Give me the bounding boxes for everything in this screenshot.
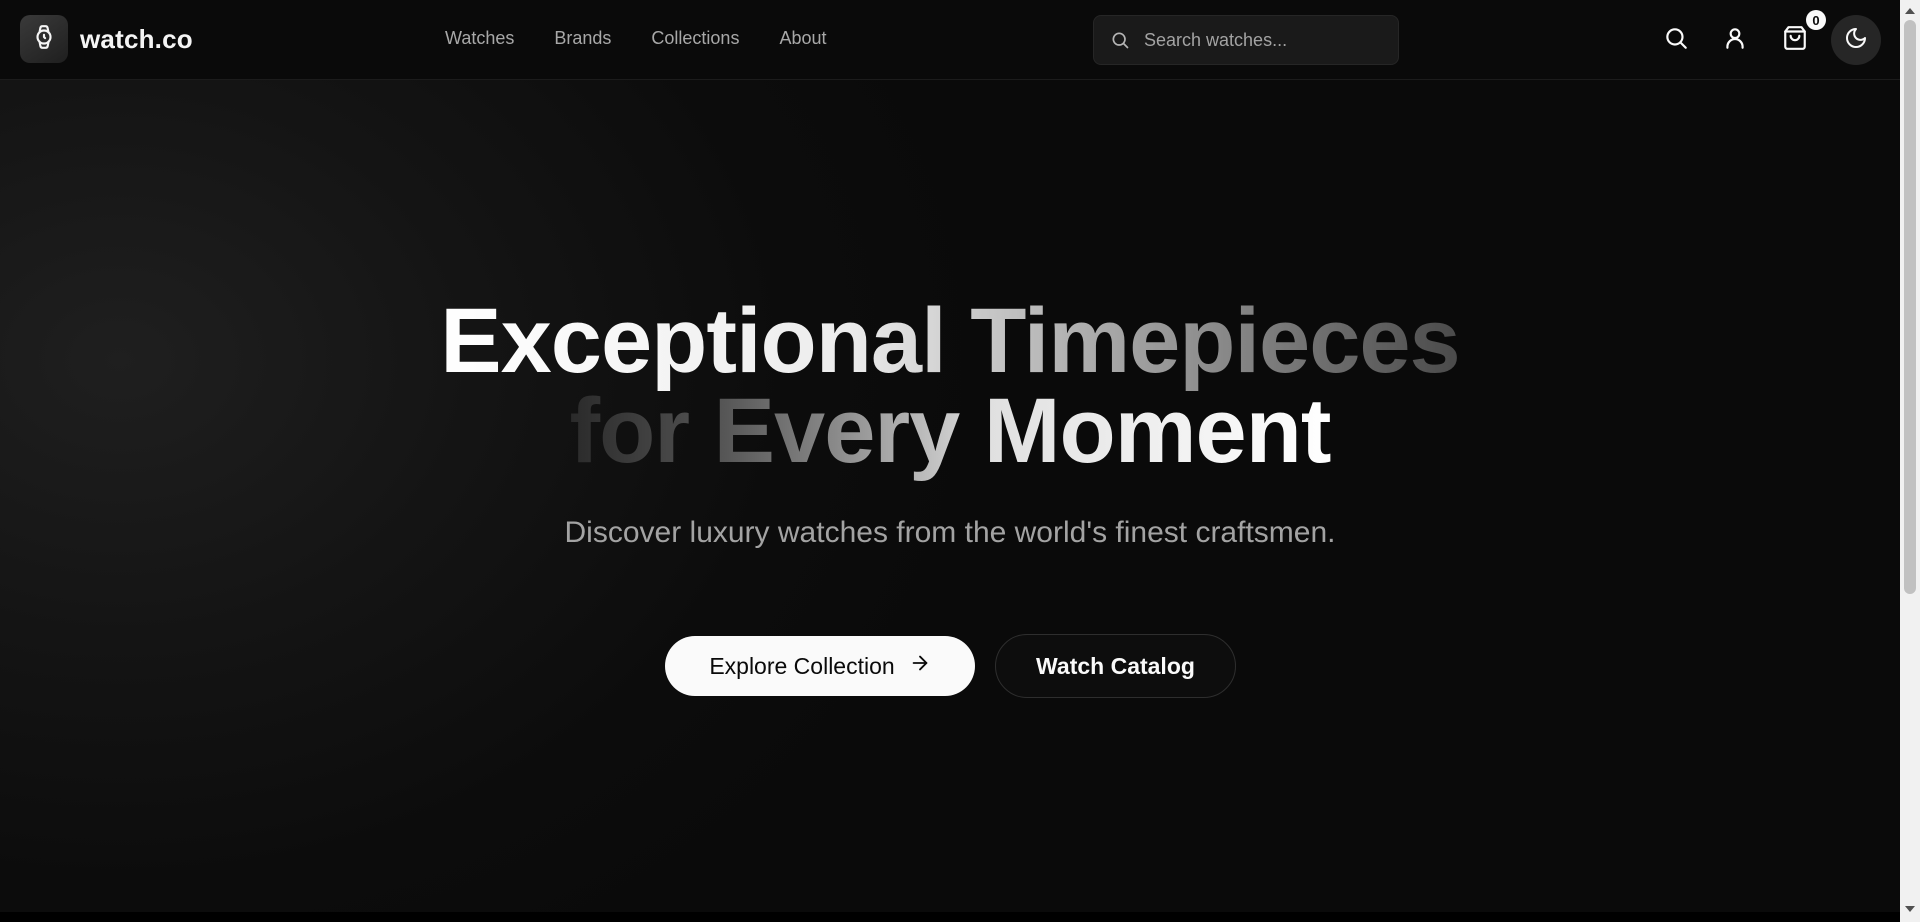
search-icon [1110,30,1130,50]
hero-subtitle: Discover luxury watches from the world's… [564,516,1336,549]
watch-icon [31,24,57,55]
watch-catalog-button[interactable]: Watch Catalog [995,634,1236,698]
hero-title-line-2: for Every Moment [0,385,1900,477]
nav-item-collections[interactable]: Collections [651,28,739,49]
explore-collection-button[interactable]: Explore Collection [665,636,975,696]
explore-collection-label: Explore Collection [709,652,895,679]
scroll-up-arrow-icon[interactable] [1905,8,1915,14]
hero-title-text-1: Exceptional Timepieces [440,290,1460,392]
logo[interactable] [20,15,68,63]
nav-item-watches[interactable]: Watches [445,28,514,49]
search-icon [1663,25,1689,56]
bottom-edge [0,912,1900,922]
brand-name[interactable]: watch.co [80,24,193,55]
arrow-right-icon [909,652,931,680]
account-button[interactable] [1715,20,1755,60]
watch-catalog-label: Watch Catalog [1036,652,1195,679]
hero-title-line-1: Exceptional Timepieces [0,295,1900,387]
page-scrollbar[interactable] [1900,0,1920,922]
user-icon [1722,25,1748,56]
search-input[interactable] [1144,29,1384,51]
theme-toggle-button[interactable] [1831,15,1881,65]
page-viewport: watch.co Watches Brands Collections Abou… [0,0,1900,912]
nav-item-about[interactable]: About [779,28,826,49]
main-nav: Watches Brands Collections About [445,28,827,49]
hero-title-text-2: for Every Moment [569,380,1331,482]
scroll-down-arrow-icon[interactable] [1905,906,1915,912]
nav-item-brands[interactable]: Brands [554,28,611,49]
search-button[interactable] [1656,20,1696,60]
cart-count-badge: 0 [1806,10,1826,30]
shopping-bag-icon [1782,25,1808,56]
search-box [1093,15,1399,65]
top-header: watch.co Watches Brands Collections Abou… [0,0,1900,80]
moon-icon [1844,26,1868,55]
scrollbar-thumb[interactable] [1904,20,1916,594]
